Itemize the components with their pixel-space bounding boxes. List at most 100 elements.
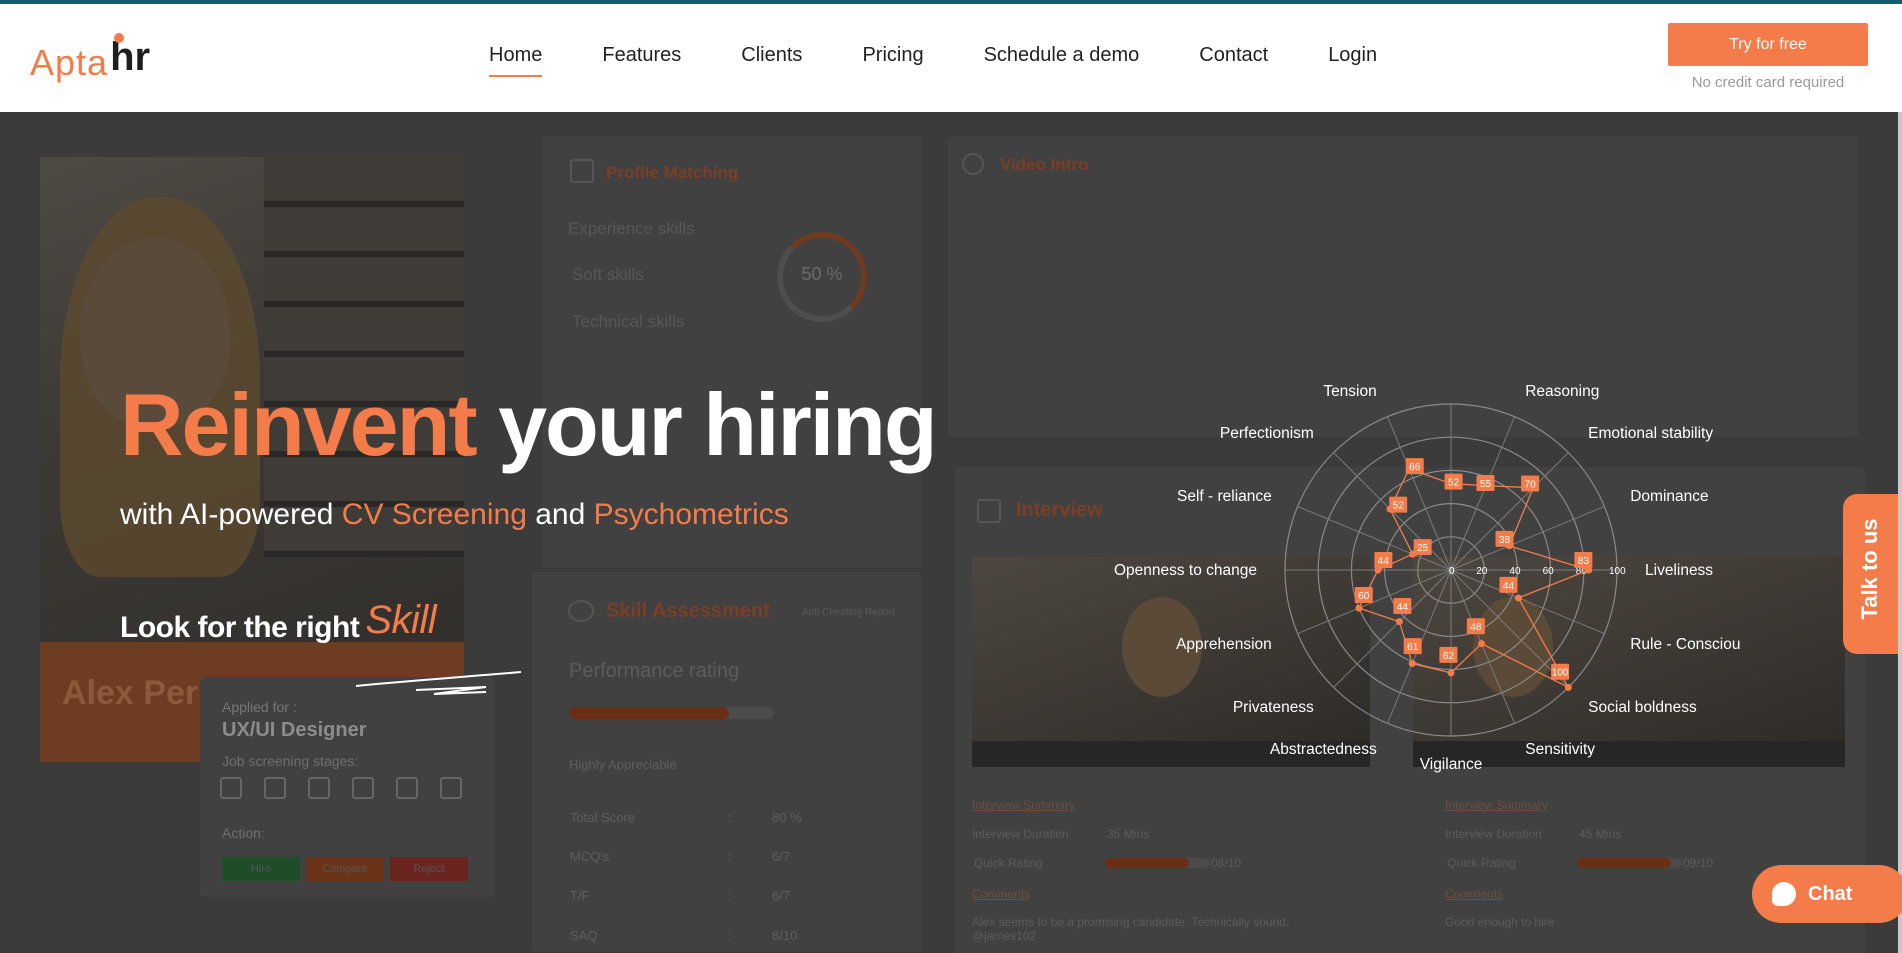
radar-value-label: 60 [1358, 591, 1370, 602]
cta-block: Try for free No credit card required [1668, 23, 1868, 91]
application-card: Applied for : UX/UI Designer Job screeni… [200, 677, 495, 897]
interview-icon [977, 499, 1001, 523]
compare-button[interactable]: Compare [306, 857, 384, 881]
logo-text-apta: Apta [30, 42, 109, 83]
performance-rating-value: Highly Appreciable [569, 757, 677, 772]
radar-spoke [1450, 416, 1515, 571]
comments-label: Comments [972, 887, 1031, 901]
profile-icon [570, 159, 594, 183]
radar-axis-label: Privateness [1233, 699, 1314, 716]
radar-axis-label: Vigilance [1420, 756, 1483, 773]
radar-value-label: 55 [1480, 479, 1492, 490]
radar-point [1395, 618, 1403, 626]
aptahr-logo[interactable]: Apta hr [30, 33, 151, 84]
reject-button[interactable]: Reject [390, 857, 468, 881]
radar-tick-label: 0 [1449, 566, 1455, 577]
globe-icon [962, 153, 984, 175]
radar-value-label: 48 [1470, 622, 1482, 633]
radar-value-label: 66 [1409, 462, 1421, 473]
radar-axis-label: Perfectionism [1220, 425, 1314, 442]
radar-point [1447, 669, 1455, 677]
nav-login[interactable]: Login [1328, 44, 1377, 77]
radar-axis-label: Liveliness [1645, 562, 1713, 579]
radar-value-label: 44 [1378, 556, 1390, 567]
anti-cheat-report-label: Anti Cheating Report [802, 607, 895, 618]
skill-icon [568, 600, 594, 622]
radar-value-label: 38 [1499, 535, 1511, 546]
radar-axis-label: Rule - Consciousness [1630, 636, 1740, 653]
hero-headline: Reinvent your hiring [120, 374, 938, 476]
try-for-free-button[interactable]: Try for free [1668, 23, 1868, 66]
match-score-ring: 50 % [777, 232, 867, 322]
hero-subline: with AI-powered CV Screening and Psychom… [120, 498, 789, 531]
nav-features[interactable]: Features [602, 44, 681, 77]
main-nav: Home Features Clients Pricing Schedule a… [489, 44, 1377, 77]
radar-value-label: 70 [1525, 479, 1537, 490]
nav-clients[interactable]: Clients [741, 44, 802, 77]
duration-label: Interview Duration [972, 827, 1069, 841]
nav-pricing[interactable]: Pricing [862, 44, 923, 77]
cv-stage-icon [220, 777, 242, 799]
score-value: 80 % [772, 810, 802, 825]
radar-point [1514, 594, 1522, 602]
performance-rating-label: Performance rating [569, 660, 740, 682]
radar-spoke [1297, 506, 1452, 571]
radar-axis-label: Reasoning [1525, 384, 1599, 400]
skills-stage-icon [264, 777, 286, 799]
scrollbar[interactable] [1898, 112, 1902, 953]
applied-for-label: Applied for : [222, 699, 297, 715]
skill-assessment-title: Skill Assessment [606, 600, 770, 622]
chat-label: Chat [1808, 882, 1853, 905]
radar-axis-label: Dominance [1630, 488, 1708, 505]
score-value: 6/7 [772, 849, 791, 864]
hero-section: Alex Perry Applied for : UX/UI Designer … [0, 112, 1898, 953]
radar-tick-label: 60 [1543, 566, 1555, 577]
psychometric-radar-chart: 0 20 40 60 80 100 52 55 70388344100486261446044… [1114, 384, 1740, 773]
radar-value-label: 52 [1448, 478, 1460, 489]
radar-axis-label: Sensitivity [1525, 741, 1595, 758]
interview-stage-icon [396, 777, 418, 799]
radar-value-label: 100 [1552, 668, 1569, 679]
stage-icons [220, 777, 462, 799]
radar-axis-label: Openness to change [1114, 562, 1257, 579]
radar-point [1355, 604, 1363, 612]
headline-accent: Reinvent [120, 375, 478, 474]
radar-value-label: 52 [1393, 501, 1405, 512]
radar-spoke [1297, 569, 1452, 634]
radar-point [1564, 683, 1572, 691]
profile-matching-title: Profile Matching [606, 163, 739, 182]
radar-axis-label: Social boldness [1588, 699, 1697, 716]
logo-text-hr: hr [110, 33, 151, 79]
nav-schedule-demo[interactable]: Schedule a demo [984, 44, 1140, 77]
radar-axis-label: Abstractedness [1270, 741, 1377, 758]
comment-text: Good enough to hire [1445, 915, 1555, 929]
nav-contact[interactable]: Contact [1199, 44, 1268, 77]
test-stage-icon [352, 777, 374, 799]
headline-rest: your hiring [498, 375, 938, 474]
skill-word: Skill [365, 598, 437, 642]
stages-label: Job screening stages: [222, 753, 359, 769]
nav-home[interactable]: Home [489, 44, 543, 77]
rating-label: Quick Rating [974, 856, 1043, 870]
radar-value-label: 44 [1503, 581, 1515, 592]
applied-for-role: UX/UI Designer [222, 719, 367, 741]
chat-button[interactable]: Chat [1752, 865, 1902, 923]
soft-skills-label: Soft skills [572, 265, 644, 284]
score-value: 6/7 [772, 888, 791, 903]
no-credit-card-note: No credit card required [1691, 74, 1845, 91]
performance-bar [569, 707, 774, 719]
action-label: Action: [222, 825, 265, 841]
chat-bubble-icon [1772, 882, 1796, 906]
radar-value-label: 83 [1578, 556, 1590, 567]
radar-value-label: 25 [1417, 543, 1429, 554]
psychometrics-text: Psychometrics [593, 498, 789, 531]
report-stage-icon [440, 777, 462, 799]
radar-value-label: 62 [1443, 651, 1455, 662]
radar-axis-label: Warmth [1424, 384, 1478, 385]
hire-button[interactable]: Hire [222, 857, 300, 881]
swoosh-decoration [356, 671, 522, 695]
score-key: Total Score [570, 810, 636, 825]
talk-to-us-tab[interactable]: Talk to us [1843, 494, 1898, 654]
video-stage-icon [308, 777, 330, 799]
radar-tick-label: 100 [1609, 566, 1626, 577]
